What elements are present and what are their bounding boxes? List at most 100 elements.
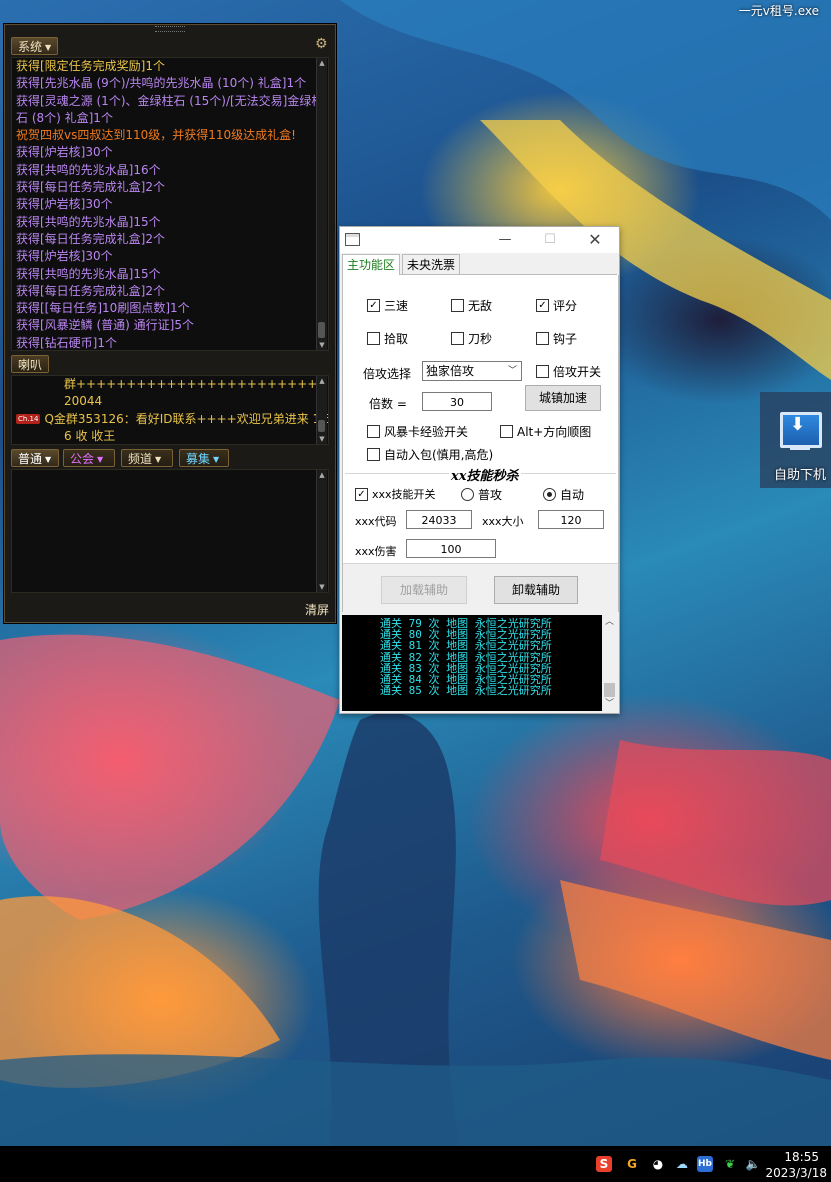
scroll-thumb[interactable] (604, 683, 615, 697)
scroll-down-icon[interactable]: ﹀ (602, 697, 617, 711)
system-tab-label: 系统 (18, 40, 43, 54)
speaker-tab[interactable]: 喇叭 (11, 355, 50, 373)
chat-scrollbar[interactable]: ▲ ▼ (316, 470, 327, 592)
skill-switch-checkbox[interactable]: ✓ xxx技能开关 (355, 486, 436, 502)
auto-bag-label: 自动入包(慎用,高危) (384, 448, 494, 462)
channel-tab[interactable]: 公会 ▼ (63, 449, 115, 467)
radio-dot (543, 488, 556, 501)
multiplier-value-label: 倍数 = (369, 397, 407, 411)
minimize-icon[interactable]: — (490, 230, 520, 250)
tool-tabs: 主功能区 未央洗票 (342, 254, 617, 275)
speaker-scrollbar[interactable]: ▲ ▼ (316, 376, 327, 444)
system-message: 获得[炉岩核]30个 (16, 197, 113, 212)
system-message: 获得[共鸣的先兆水晶]15个 (16, 214, 161, 229)
auto-label: 自动 (560, 488, 585, 502)
caret-down-icon: ▼ (213, 454, 220, 464)
channel-tab[interactable]: 频道 ▼ (121, 449, 173, 467)
checkbox-box (500, 425, 513, 438)
scroll-up-icon[interactable]: ▲ (317, 470, 327, 480)
alt-direction-checkbox[interactable]: Alt+方向顺图 (500, 423, 591, 440)
town-speed-button[interactable]: 城镇加速 (525, 385, 601, 411)
hb-icon[interactable]: Hb (697, 1156, 713, 1172)
system-message: 获得[共鸣的先兆水晶]16个 (16, 162, 161, 177)
load-button[interactable]: 加载辅助 (381, 576, 467, 604)
unload-button[interactable]: 卸载辅助 (494, 576, 578, 604)
leaf-icon[interactable]: ❦ (722, 1156, 738, 1172)
channel-tab[interactable]: 普通 ▼ (11, 449, 59, 467)
channel-tab[interactable]: 募集 ▼ (179, 449, 229, 467)
desktop-shortcut-label: 自助下机 (774, 468, 827, 483)
channel-tab-label: 频道 (128, 452, 153, 466)
multiplier-select[interactable]: 独家倍攻 ﹀ (422, 361, 522, 381)
invincible-checkbox[interactable]: 无敌 (451, 297, 492, 314)
drag-grip[interactable] (155, 26, 185, 32)
cloud-icon[interactable]: ☁ (674, 1156, 690, 1172)
auto-bag-checkbox[interactable]: 自动入包(慎用,高危) (367, 446, 493, 463)
scroll-down-icon[interactable]: ▼ (317, 340, 327, 350)
helper-tool-window: — ☐ ✕ 主功能区 未央洗票 ✓ 三速 无敌 ✓ 评分 拾取 刀秒 钩子 倍攻选择… (339, 226, 620, 714)
clock-time[interactable]: 18:55 (784, 1150, 819, 1164)
sogou-input-icon[interactable]: S (596, 1156, 612, 1172)
scroll-thumb[interactable] (318, 420, 325, 432)
one-hit-label: 刀秒 (468, 332, 493, 346)
log-scrollbar[interactable]: ︿ ﹀ (602, 615, 617, 711)
auto-radio[interactable]: 自动 (543, 486, 584, 503)
scroll-up-icon[interactable]: ▲ (317, 376, 327, 386)
multiplier-select-value: 独家倍攻 (426, 364, 475, 378)
one-hit-checkbox[interactable]: 刀秒 (451, 330, 492, 347)
checkbox-box (451, 299, 464, 312)
alt-direction-label: Alt+方向顺图 (517, 425, 592, 439)
code-input[interactable]: 24033 (406, 510, 472, 529)
size-input[interactable]: 120 (538, 510, 604, 529)
desktop-shortcut[interactable]: ⬇ 自助下机 (760, 392, 831, 488)
hook-checkbox[interactable]: 钩子 (536, 330, 577, 347)
multiplier-switch-checkbox[interactable]: 倍攻开关 (536, 363, 601, 380)
scroll-down-icon[interactable]: ▼ (317, 434, 327, 444)
qq-penguin-icon[interactable]: ◕ (650, 1156, 666, 1172)
system-message: 获得[每日任务完成礼盒]2个 (16, 180, 165, 195)
main-panel: ✓ 三速 无敌 ✓ 评分 拾取 刀秒 钩子 倍攻选择 独家倍攻 ﹀ 倍攻开关 倍数 =… (342, 275, 619, 612)
close-icon[interactable]: ✕ (580, 230, 610, 250)
clock-date[interactable]: 2023/3/18 (765, 1166, 827, 1180)
multiplier-select-label: 倍攻选择 (363, 367, 412, 381)
tab-weiyang[interactable]: 未央洗票 (402, 254, 461, 274)
maximize-icon[interactable]: ☐ (535, 230, 565, 250)
normal-attack-radio[interactable]: 普攻 (461, 486, 502, 503)
title-bar[interactable]: — ☐ ✕ (340, 227, 619, 253)
checkbox-box (367, 425, 380, 438)
chat-panel: 系统 ▼ ⚙ 获得[限定任务完成奖励]1个 获得[先兆水晶 (9个)/共鸣的先兆水晶… (4, 24, 336, 623)
score-checkbox[interactable]: ✓ 评分 (536, 297, 577, 314)
checkbox-box (451, 332, 464, 345)
pickup-checkbox[interactable]: 拾取 (367, 330, 408, 347)
checkbox-box (536, 365, 549, 378)
speaker-messages: 群+++++++++++++++++++++++++++++++++频道 2004… (11, 375, 329, 445)
checkbox-box: ✓ (367, 299, 380, 312)
scroll-up-icon[interactable]: ▲ (317, 58, 327, 68)
gear-icon[interactable]: ⚙ (315, 37, 329, 51)
score-label: 评分 (553, 299, 578, 313)
multiplier-input[interactable]: 30 (422, 392, 492, 411)
caret-down-icon: ▼ (45, 454, 52, 464)
scroll-down-icon[interactable]: ▼ (317, 582, 327, 592)
system-message-list: 获得[限定任务完成奖励]1个 获得[先兆水晶 (9个)/共鸣的先兆水晶 (10个)… (12, 58, 328, 350)
volume-icon[interactable]: 🔈 (745, 1156, 761, 1172)
checkbox-box: ✓ (536, 299, 549, 312)
code-label: xxx代码 (355, 515, 397, 528)
three-speed-checkbox[interactable]: ✓ 三速 (367, 297, 408, 314)
browser-g-icon[interactable]: G (624, 1156, 640, 1172)
damage-input[interactable]: 100 (406, 539, 496, 558)
checkbox-box: ✓ (355, 487, 368, 501)
storm-card-checkbox[interactable]: 风暴卡经验开关 (367, 423, 468, 440)
system-message: 获得[共鸣的先兆水晶]15个 (16, 266, 161, 281)
system-tab[interactable]: 系统 ▼ (11, 37, 59, 55)
scroll-up-icon[interactable]: ︿ (602, 615, 617, 629)
system-scrollbar[interactable]: ▲ ▼ (316, 58, 327, 350)
radio-dot (461, 488, 474, 501)
caret-down-icon: ▼ (97, 454, 104, 464)
tab-main[interactable]: 主功能区 (342, 254, 401, 275)
speaker-message-text: Q金群353126：看好ID联系++++欢迎兄弟进来 1-5 (44, 411, 329, 426)
speaker-message-text: 6 收 收王 (64, 428, 116, 443)
clear-screen-button[interactable]: 清屏 (305, 601, 329, 618)
scroll-thumb[interactable] (318, 322, 325, 338)
channel-tab-label: 募集 (186, 452, 211, 466)
